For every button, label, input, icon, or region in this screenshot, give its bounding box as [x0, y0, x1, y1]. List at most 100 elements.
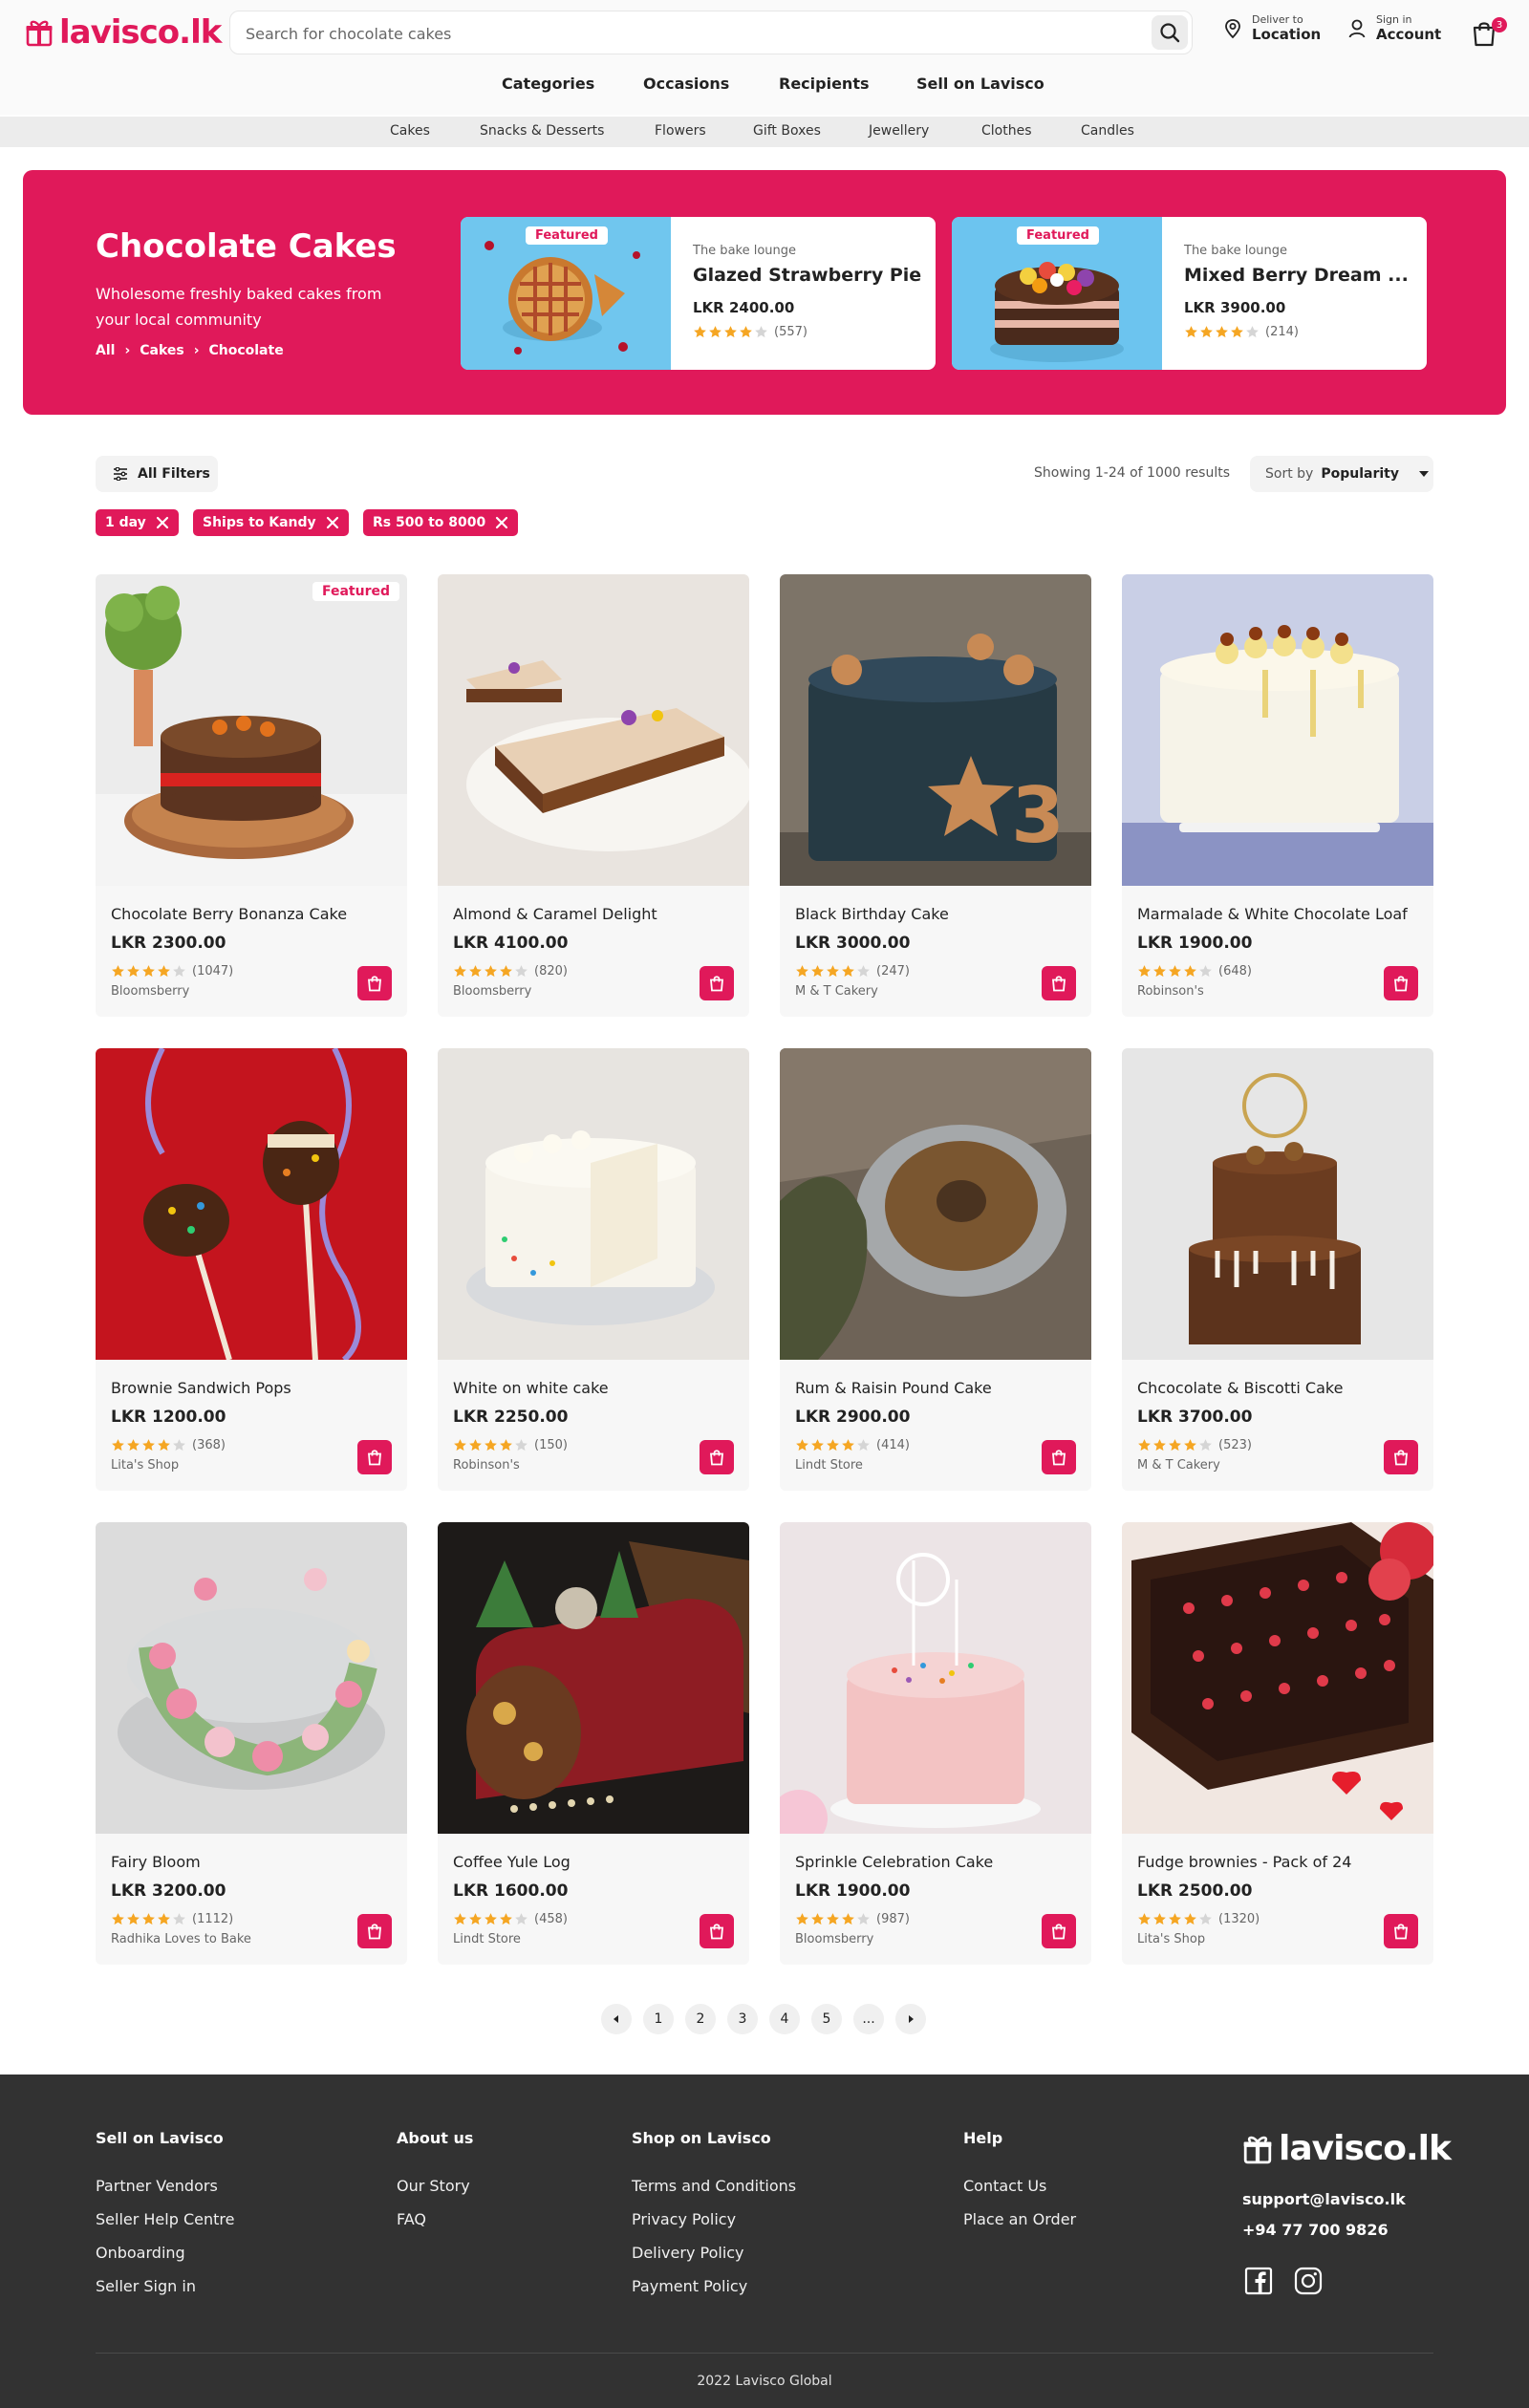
featured-product-card[interactable]: Featured The bake lounge Glazed Strawber…	[461, 217, 936, 370]
nav-sell-on-lavisco[interactable]: Sell on Lavisco	[916, 75, 1044, 93]
product-card[interactable]: Sprinkle Celebration Cake LKR 1900.00 (9…	[780, 1522, 1091, 1965]
vendor-name[interactable]: Bloomsberry	[453, 984, 531, 999]
vendor-name[interactable]: Radhika Loves to Bake	[111, 1932, 251, 1946]
nav-recipients[interactable]: Recipients	[779, 75, 870, 93]
pagination-next-button[interactable]	[895, 2004, 926, 2034]
subnav-gift-boxes[interactable]: Gift Boxes	[753, 123, 821, 139]
product-card[interactable]: Rum & Raisin Pound Cake LKR 2900.00 (414…	[780, 1048, 1091, 1491]
product-card[interactable]: Fudge brownies - Pack of 24 LKR 2500.00 …	[1122, 1522, 1433, 1965]
featured-product-name[interactable]: Glazed Strawberry Pie	[693, 265, 921, 286]
pagination-page[interactable]: 2	[685, 2004, 716, 2034]
add-to-cart-button[interactable]	[357, 1440, 392, 1474]
breadcrumb-all[interactable]: All	[96, 343, 115, 358]
close-icon[interactable]	[495, 516, 508, 529]
featured-product-name[interactable]: Mixed Berry Dream ...	[1184, 265, 1409, 286]
product-name[interactable]: Rum & Raisin Pound Cake	[795, 1379, 992, 1397]
footer-logo[interactable]: lavisco.lk	[1242, 2129, 1452, 2168]
add-to-cart-button[interactable]	[1042, 1440, 1076, 1474]
footer-email[interactable]: support@lavisco.lk	[1242, 2190, 1406, 2208]
product-name[interactable]: Marmalade & White Chocolate Loaf	[1137, 905, 1408, 923]
add-to-cart-button[interactable]	[1042, 966, 1076, 1000]
vendor-name[interactable]: Bloomsberry	[795, 1932, 873, 1946]
product-card[interactable]: Marmalade & White Chocolate Loaf LKR 190…	[1122, 574, 1433, 1017]
product-name[interactable]: Black Birthday Cake	[795, 905, 949, 923]
breadcrumb-cakes[interactable]: Cakes	[140, 343, 183, 358]
pagination-page[interactable]: 1	[643, 2004, 674, 2034]
product-name[interactable]: Chcocolate & Biscotti Cake	[1137, 1379, 1343, 1397]
all-filters-button[interactable]: All Filters	[96, 456, 218, 492]
breadcrumb-chocolate[interactable]: Chocolate	[208, 343, 283, 358]
footer-link[interactable]: Privacy Policy	[632, 2210, 736, 2228]
featured-product-card[interactable]: Featured The bake lounge Mixed Berry Dre…	[952, 217, 1427, 370]
footer-link[interactable]: Place an Order	[963, 2210, 1076, 2228]
add-to-cart-button[interactable]	[357, 1914, 392, 1948]
filter-chip[interactable]: 1 day	[96, 509, 179, 536]
subnav-flowers[interactable]: Flowers	[655, 123, 706, 139]
search-input[interactable]	[246, 21, 1144, 46]
product-name[interactable]: Chocolate Berry Bonanza Cake	[111, 905, 347, 923]
add-to-cart-button[interactable]	[700, 966, 734, 1000]
vendor-name[interactable]: Lindt Store	[453, 1932, 521, 1946]
add-to-cart-button[interactable]	[357, 966, 392, 1000]
deliver-location[interactable]: Deliver to Location	[1223, 13, 1321, 43]
filter-chip[interactable]: Rs 500 to 8000	[363, 509, 519, 536]
product-name[interactable]: Fairy Bloom	[111, 1853, 201, 1871]
nav-occasions[interactable]: Occasions	[643, 75, 729, 93]
vendor-name[interactable]: M & T Cakery	[1137, 1458, 1220, 1473]
footer-link[interactable]: Onboarding	[96, 2244, 185, 2262]
product-card[interactable]: White on white cake LKR 2250.00 (150) Ro…	[438, 1048, 749, 1491]
product-card[interactable]: 3 Black Birthday Cake LKR 3000.00 (247) …	[780, 574, 1091, 1017]
add-to-cart-button[interactable]	[700, 1440, 734, 1474]
subnav-clothes[interactable]: Clothes	[981, 123, 1032, 139]
product-name[interactable]: Sprinkle Celebration Cake	[795, 1853, 993, 1871]
pagination-prev-button[interactable]	[601, 2004, 632, 2034]
account-signin[interactable]: Sign in Account	[1347, 13, 1441, 43]
nav-categories[interactable]: Categories	[502, 75, 594, 93]
close-icon[interactable]	[326, 516, 339, 529]
facebook-icon[interactable]	[1244, 2267, 1273, 2295]
footer-link[interactable]: Terms and Conditions	[632, 2177, 796, 2195]
subnav-snacks-desserts[interactable]: Snacks & Desserts	[480, 123, 604, 139]
product-card[interactable]: Featured Chocolate Berry Bonanza Cake LK…	[96, 574, 407, 1017]
subnav-candles[interactable]: Candles	[1081, 123, 1134, 139]
filter-chip[interactable]: Ships to Kandy	[193, 509, 349, 536]
product-card[interactable]: Fairy Bloom LKR 3200.00 (1112) Radhika L…	[96, 1522, 407, 1965]
vendor-name[interactable]: Lita's Shop	[1137, 1932, 1205, 1946]
footer-link[interactable]: FAQ	[397, 2210, 426, 2228]
product-card[interactable]: Almond & Caramel Delight LKR 4100.00 (82…	[438, 574, 749, 1017]
footer-link[interactable]: Delivery Policy	[632, 2244, 744, 2262]
sort-dropdown[interactable]: Sort by Popularity	[1250, 456, 1433, 492]
add-to-cart-button[interactable]	[1384, 1440, 1418, 1474]
footer-link[interactable]: Our Story	[397, 2177, 470, 2195]
footer-link[interactable]: Contact Us	[963, 2177, 1046, 2195]
product-name[interactable]: Almond & Caramel Delight	[453, 905, 657, 923]
footer-link[interactable]: Partner Vendors	[96, 2177, 218, 2195]
add-to-cart-button[interactable]	[1384, 1914, 1418, 1948]
product-card[interactable]: Chcocolate & Biscotti Cake LKR 3700.00 (…	[1122, 1048, 1433, 1491]
product-name[interactable]: White on white cake	[453, 1379, 609, 1397]
add-to-cart-button[interactable]	[700, 1914, 734, 1948]
instagram-icon[interactable]	[1294, 2267, 1323, 2295]
product-name[interactable]: Brownie Sandwich Pops	[111, 1379, 291, 1397]
footer-link[interactable]: Seller Sign in	[96, 2277, 196, 2295]
add-to-cart-button[interactable]	[1384, 966, 1418, 1000]
vendor-name[interactable]: Bloomsberry	[111, 984, 189, 999]
add-to-cart-button[interactable]	[1042, 1914, 1076, 1948]
footer-link[interactable]: Seller Help Centre	[96, 2210, 234, 2228]
footer-phone[interactable]: +94 77 700 9826	[1242, 2221, 1389, 2239]
product-card[interactable]: Brownie Sandwich Pops LKR 1200.00 (368) …	[96, 1048, 407, 1491]
vendor-name[interactable]: Robinson's	[1137, 984, 1204, 999]
close-icon[interactable]	[156, 516, 169, 529]
product-name[interactable]: Coffee Yule Log	[453, 1853, 571, 1871]
vendor-name[interactable]: Lindt Store	[795, 1458, 863, 1473]
subnav-jewellery[interactable]: Jewellery	[869, 123, 929, 139]
footer-link[interactable]: Payment Policy	[632, 2277, 747, 2295]
subnav-cakes[interactable]: Cakes	[390, 123, 430, 139]
vendor-name[interactable]: Robinson's	[453, 1458, 520, 1473]
site-logo[interactable]: lavisco.lk	[25, 13, 222, 52]
vendor-name[interactable]: M & T Cakery	[795, 984, 878, 999]
pagination-page[interactable]: 3	[727, 2004, 758, 2034]
pagination-page[interactable]: 4	[769, 2004, 800, 2034]
vendor-name[interactable]: Lita's Shop	[111, 1458, 179, 1473]
product-card[interactable]: Coffee Yule Log LKR 1600.00 (458) Lindt …	[438, 1522, 749, 1965]
